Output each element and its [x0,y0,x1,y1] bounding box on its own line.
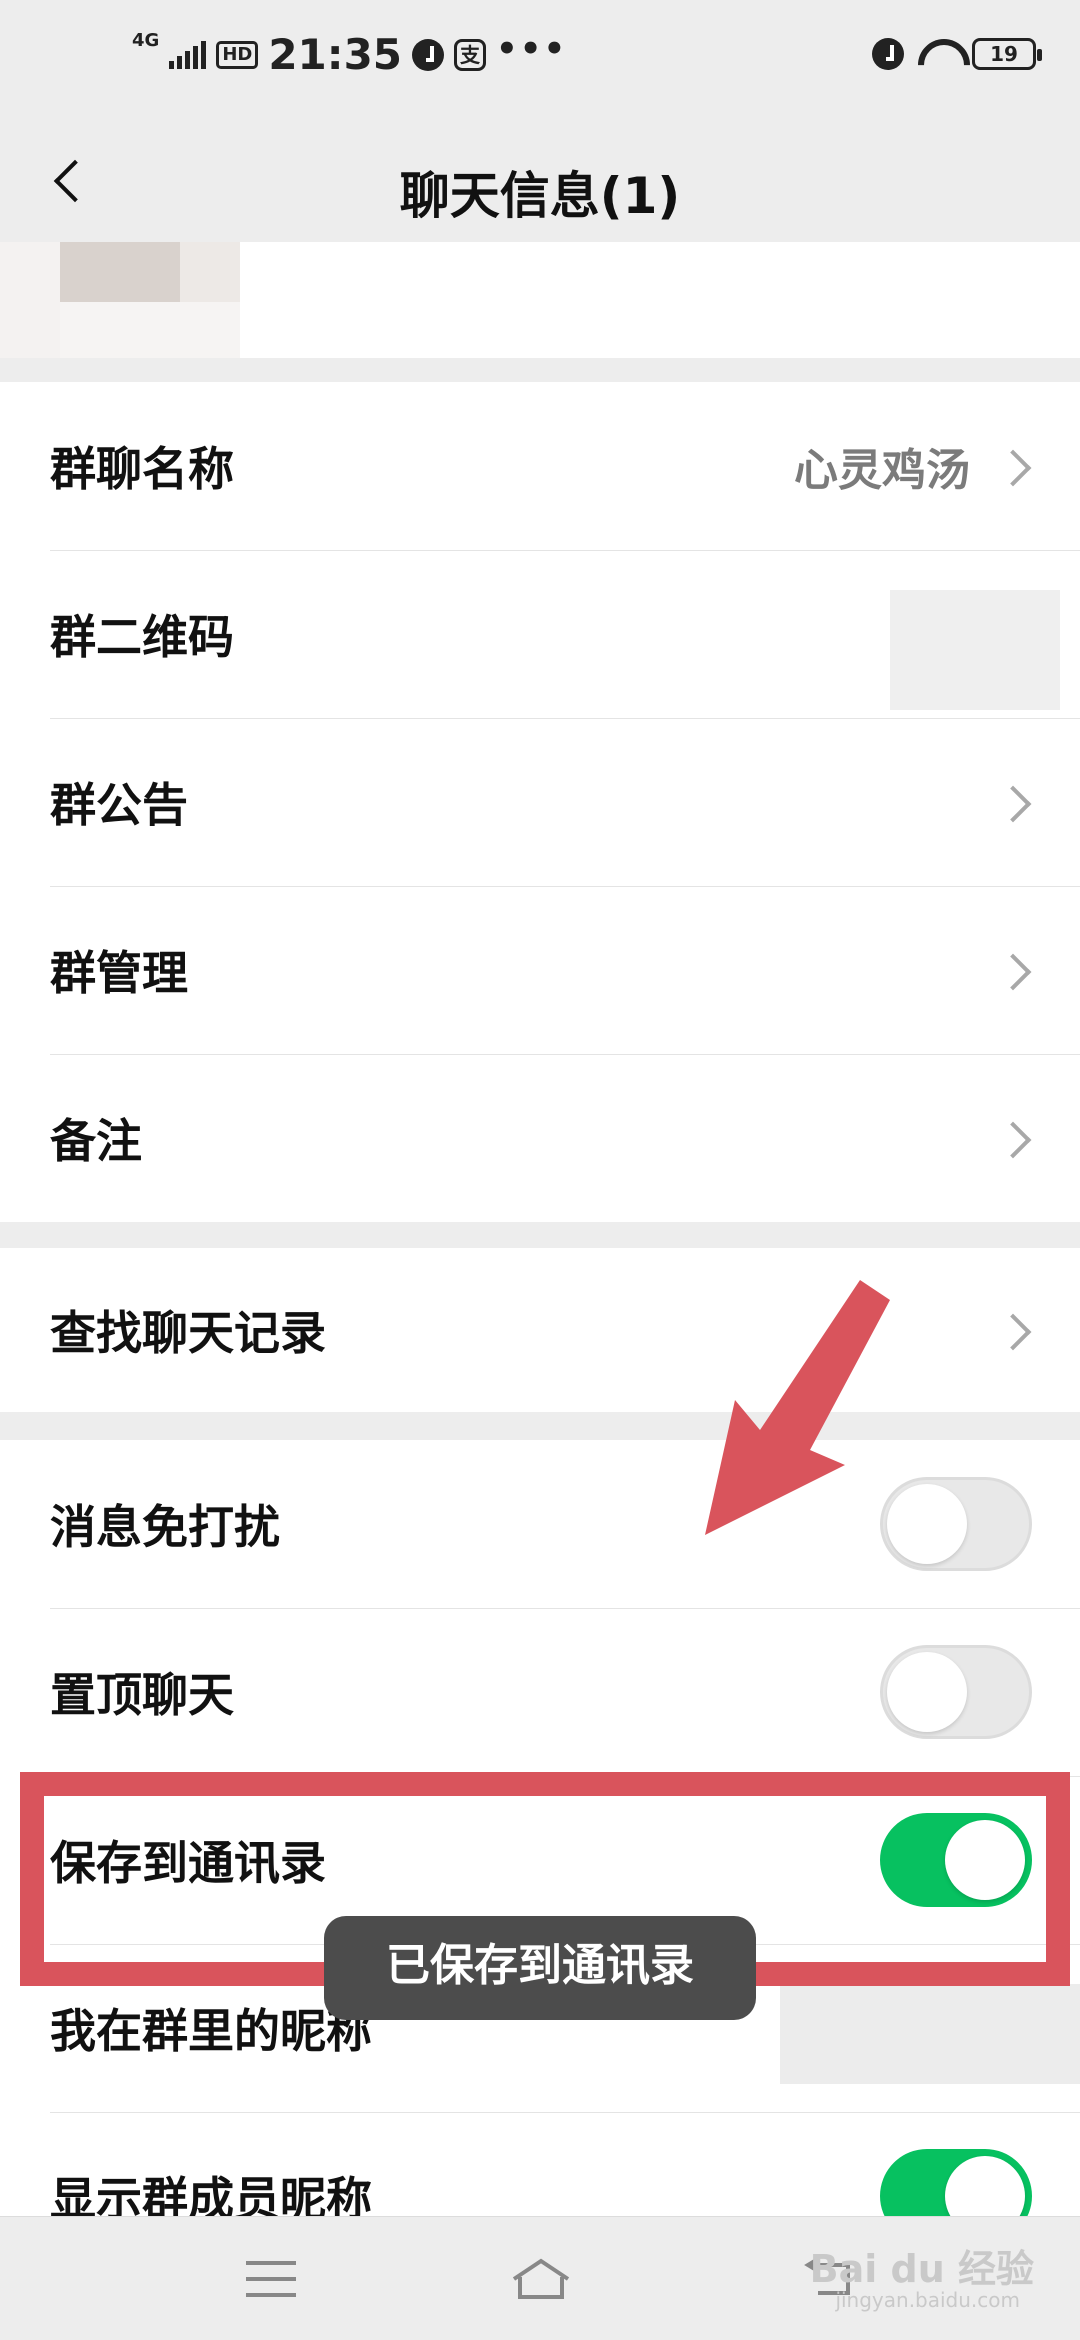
annotation-arrow-icon [705,1280,890,1535]
chevron-right-icon [998,785,1032,819]
pin-chat-toggle[interactable] [880,1645,1032,1739]
baidu-watermark: Bai du 经验 [809,2247,1034,2291]
blurred-avatar [60,302,240,358]
chevron-right-icon [998,953,1032,987]
mute-notifications-row[interactable]: 消息免打扰 [0,1440,1080,1608]
blurred-qr-code [890,590,1060,710]
toggle-knob [887,1652,967,1732]
row-label: 群管理 [50,946,188,1000]
baidu-watermark-url: jingyan.baidu.com [835,2288,1020,2312]
alarm-icon [872,38,904,70]
member-avatars-strip[interactable] [0,242,1080,358]
menu-icon[interactable] [246,2261,296,2301]
page-title: 聊天信息(1) [399,167,681,225]
group-settings-section: 群聊名称 心灵鸡汤 群二维码 群公告 群管理 备注 [0,382,1080,1222]
chevron-right-icon [998,1121,1032,1155]
row-label: 备注 [50,1114,142,1168]
status-bar: 4G HD 21:35 支 ••• 19 [0,0,1080,120]
status-right: 19 [872,38,1042,70]
row-label: 查找聊天记录 [50,1306,326,1360]
row-label: 置顶聊天 [50,1668,234,1722]
search-history-section: 查找聊天记录 [0,1248,1080,1412]
chevron-right-icon [998,449,1032,483]
top-nav-bar: 聊天信息(1) [0,120,1080,242]
home-icon[interactable] [510,2257,572,2301]
row-label: 群公告 [50,778,188,832]
group-name-value: 心灵鸡汤 [794,445,970,496]
group-announcement-row[interactable]: 群公告 [0,718,1080,886]
signal-icon [169,40,207,69]
blurred-avatar [0,242,60,358]
blurred-nickname [780,1984,1080,2084]
group-management-row[interactable]: 群管理 [0,886,1080,1054]
alarm-icon [412,38,445,71]
blurred-avatar [60,242,180,302]
clock-time: 21:35 [268,30,403,79]
toast-message: 已保存到通讯录 [324,1916,756,2020]
group-qr-code-row[interactable]: 群二维码 [0,550,1080,718]
group-name-row[interactable]: 群聊名称 心灵鸡汤 [0,382,1080,550]
alipay-icon: 支 [454,38,487,71]
remark-row[interactable]: 备注 [0,1054,1080,1222]
battery-icon: 19 [972,38,1042,70]
hd-badge: HD [216,40,259,69]
wifi-icon [918,39,958,69]
network-type: 4G [132,30,160,51]
search-chat-history-row[interactable]: 查找聊天记录 [0,1248,1080,1412]
row-label: 群聊名称 [50,442,234,496]
more-notifications-icon: ••• [496,28,568,69]
row-label: 我在群里的昵称 [50,2004,372,2058]
pin-chat-row[interactable]: 置顶聊天 [0,1608,1080,1776]
chevron-right-icon [998,1313,1032,1347]
status-left: 4G HD 21:35 支 ••• [132,28,568,80]
row-label: 消息免打扰 [50,1500,280,1554]
row-label: 群二维码 [50,610,234,664]
mute-notifications-toggle[interactable] [880,1477,1032,1571]
blurred-avatar [180,242,240,302]
